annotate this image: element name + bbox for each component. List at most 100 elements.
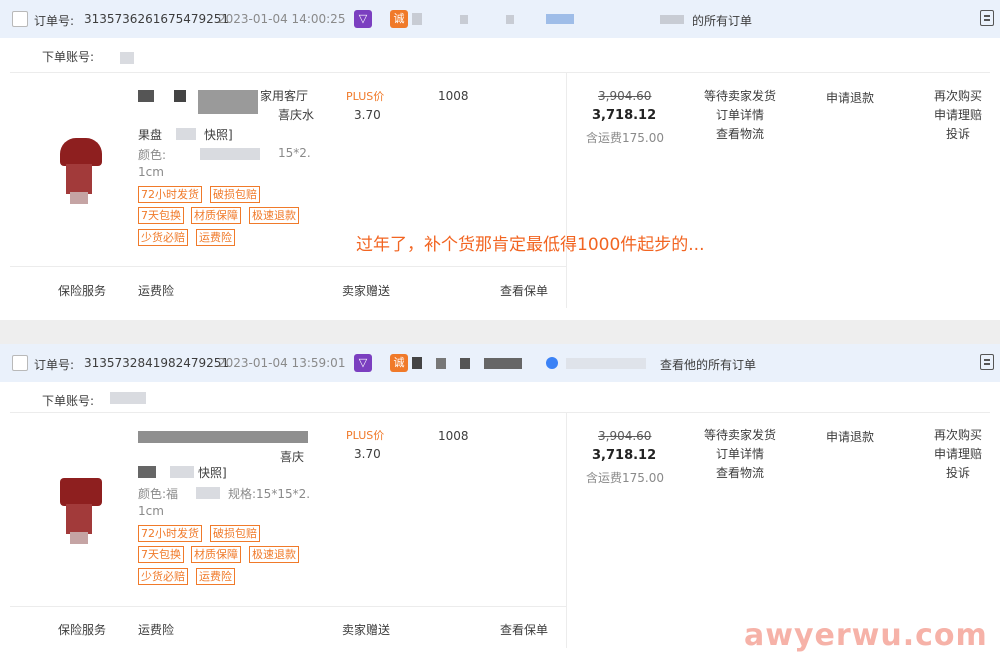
account-label: 下单账号: (42, 50, 95, 64)
service-row-divider (10, 266, 566, 267)
product-thumbnail[interactable] (48, 474, 124, 554)
order-number-label: 订单号: (34, 358, 75, 372)
shop-all-orders-link[interactable]: 查看他的所有订单 (660, 356, 756, 373)
claim-link[interactable]: 申请理赔 (926, 106, 990, 125)
paid-price: 3,718.12 (592, 108, 657, 123)
status-column: 等待卖家发货 订单详情 查看物流 (700, 87, 780, 144)
redacted-title (170, 466, 194, 478)
original-price: 3,904.60 (598, 89, 652, 103)
product-title-cont[interactable]: 喜庆水 (278, 106, 314, 124)
redacted-title (138, 90, 154, 102)
snapshot-link[interactable]: 快照] (204, 126, 233, 144)
service-tag: 运费险 (196, 568, 235, 585)
order-card: 订单号: 3135736261675479251 2023-01-04 14:0… (0, 0, 1000, 320)
service-tag: 材质保障 (191, 546, 241, 563)
product-spec-line2: 1cm (138, 504, 164, 518)
refund-link[interactable]: 申请退款 (826, 428, 874, 445)
redacted-shop-name (460, 15, 468, 24)
product-title[interactable]: 家用客厅 (260, 87, 308, 105)
product-spec: 颜色:福 (138, 487, 179, 501)
service-tag: 材质保障 (191, 207, 241, 224)
order-detail-link[interactable]: 订单详情 (700, 445, 780, 464)
watermark: awyerwu.com (744, 618, 988, 653)
seller-gift-label: 卖家赠送 (342, 623, 391, 637)
order-number: 3135732841982479251 (84, 356, 230, 370)
shop-all-orders-link[interactable]: 的所有订单 (692, 12, 752, 29)
redacted-shop-name (506, 15, 514, 24)
original-price: 3,904.60 (598, 429, 652, 443)
order-number-label: 订单号: (34, 14, 75, 28)
order-card: 订单号: 3135732841982479251 2023-01-04 13:5… (0, 344, 1000, 663)
view-policy-link[interactable]: 查看保单 (500, 282, 548, 299)
shipping-fee: 含运费175.00 (586, 131, 664, 145)
service-tag: 少货必赔 (138, 568, 188, 585)
redacted-shop-name (460, 358, 470, 369)
order-number: 3135736261675479251 (84, 12, 230, 26)
service-tag: 破损包赔 (210, 525, 260, 542)
order-header: 订单号: 3135736261675479251 2023-01-04 14:0… (0, 0, 1000, 38)
view-policy-link[interactable]: 查看保单 (500, 621, 548, 638)
order-status: 等待卖家发货 (703, 428, 776, 442)
quantity: 1008 (438, 89, 469, 103)
service-tag: 7天包换 (138, 546, 184, 563)
note-icon[interactable] (980, 10, 994, 26)
note-icon[interactable] (980, 354, 994, 370)
redacted-account (120, 52, 134, 64)
logistics-link[interactable]: 查看物流 (700, 464, 780, 483)
redacted-title (198, 90, 258, 114)
order-status: 等待卖家发货 (703, 89, 776, 103)
unit-price: 3.70 (354, 108, 381, 122)
redacted-shop-name (484, 358, 522, 369)
service-tag: 破损包赔 (210, 186, 260, 203)
paid-price: 3,718.12 (592, 448, 657, 463)
service-tag: 72小时发货 (138, 186, 202, 203)
rebuy-link[interactable]: 再次购买 (926, 87, 990, 106)
service-row-divider (10, 606, 566, 607)
annotation-text: 过年了，补个货那肯定最低得1000件起步的... (356, 235, 705, 255)
orange-shop-icon[interactable]: 诚 (390, 354, 408, 372)
redacted-title (138, 431, 308, 443)
insurance-service-label: 保险服务 (58, 284, 107, 298)
claim-link[interactable]: 申请理赔 (926, 445, 990, 464)
product-title-cont[interactable]: 喜庆 (280, 448, 304, 466)
status-column: 等待卖家发货 订单详情 查看物流 (700, 426, 780, 483)
redacted-spec (196, 487, 220, 499)
rebuy-link[interactable]: 再次购买 (926, 426, 990, 445)
shipping-fee: 含运费175.00 (586, 471, 664, 485)
order-gap (0, 320, 1000, 344)
service-tag: 72小时发货 (138, 525, 202, 542)
seller-gift-label: 卖家赠送 (342, 284, 391, 298)
refund-link[interactable]: 申请退款 (826, 89, 874, 106)
product-title-line3[interactable]: 果盘 (138, 126, 162, 144)
order-checkbox[interactable] (12, 11, 28, 27)
redacted-title (176, 128, 196, 140)
plus-price-label: PLUS价 (346, 90, 385, 103)
freight-insurance-label: 运费险 (138, 623, 175, 637)
freight-insurance-label: 运费险 (138, 284, 175, 298)
column-divider (566, 72, 567, 308)
order-checkbox[interactable] (12, 355, 28, 371)
redacted-shop-name (546, 357, 558, 369)
redacted-shop-name (436, 358, 446, 369)
redacted-shop-name (660, 15, 684, 24)
purple-shop-icon[interactable]: ▽ (354, 354, 372, 372)
complain-link[interactable]: 投诉 (926, 464, 990, 483)
service-tag: 少货必赔 (138, 229, 188, 246)
quantity: 1008 (438, 429, 469, 443)
item-row-divider (10, 72, 990, 73)
order-detail-link[interactable]: 订单详情 (700, 106, 780, 125)
snapshot-link[interactable]: 快照] (198, 464, 227, 482)
action-column: 再次购买 申请理赔 投诉 (926, 426, 990, 483)
column-divider (566, 412, 567, 648)
service-tag: 极速退款 (249, 207, 299, 224)
product-spec-size: 规格:15*15*2. (228, 487, 311, 501)
purple-shop-icon[interactable]: ▽ (354, 10, 372, 28)
product-thumbnail[interactable] (48, 134, 124, 214)
service-tag: 7天包换 (138, 207, 184, 224)
account-label: 下单账号: (42, 394, 95, 408)
orange-shop-icon[interactable]: 诚 (390, 10, 408, 28)
complain-link[interactable]: 投诉 (926, 125, 990, 144)
item-row-divider (10, 412, 990, 413)
redacted-shop-name (546, 14, 574, 24)
logistics-link[interactable]: 查看物流 (700, 125, 780, 144)
